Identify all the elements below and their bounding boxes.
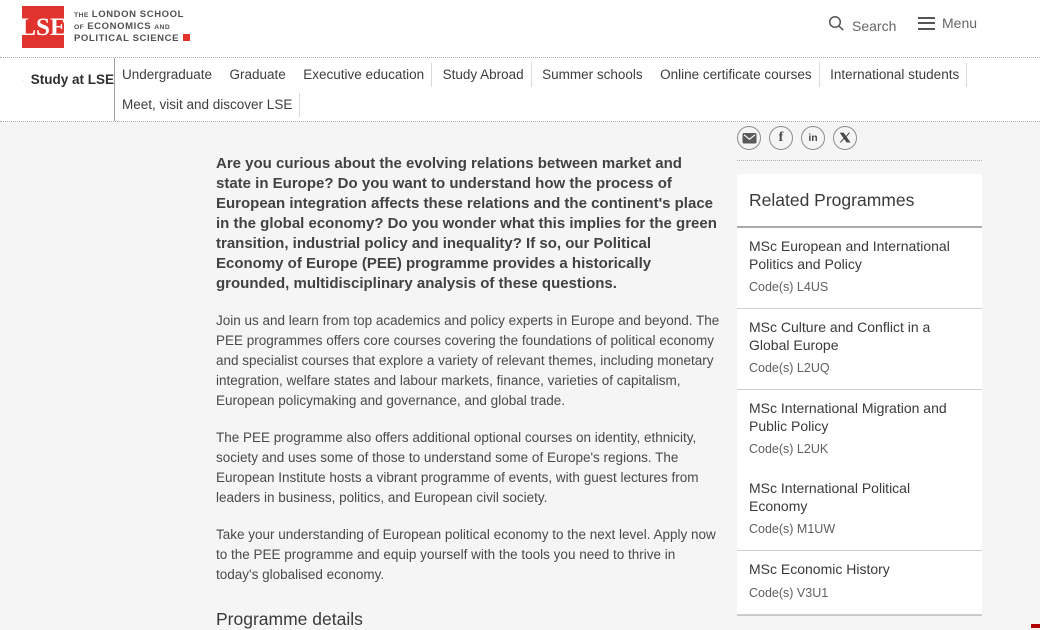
search-icon [828, 15, 845, 37]
article-body: Are you curious about the evolving relat… [216, 122, 721, 630]
nav-item[interactable]: Graduate [230, 63, 286, 87]
programme-title-link[interactable]: MSc International Political Economy [749, 480, 970, 515]
chevron-left-icon [23, 74, 24, 87]
corner-red-artifact [1031, 624, 1040, 628]
programme-details-heading: Programme details [216, 609, 721, 630]
wordmark-london-school: LONDON SCHOOL [92, 9, 184, 21]
nav-row-1: Undergraduate Graduate Executive educati… [122, 63, 1040, 90]
facebook-icon: f [779, 131, 784, 145]
programme-title-link[interactable]: MSc European and International Politics … [749, 238, 970, 273]
nav-back-label: Study at LSE [31, 72, 114, 88]
related-programmes-list: MSc European and International Politics … [737, 228, 982, 615]
programme-title-link[interactable]: MSc International Migration and Public P… [749, 400, 970, 435]
body-paragraph: Join us and learn from top academics and… [216, 311, 721, 411]
related-programme-item[interactable]: MSc Culture and Conflict in a Global Eur… [737, 309, 982, 390]
nav-item[interactable]: Online certificate courses [660, 63, 820, 87]
lse-logo[interactable]: LSE THE LONDON SCHOOL OF ECONOMICS AND P… [22, 6, 190, 48]
facebook-share-button[interactable]: f [769, 126, 793, 150]
search-label: Search [852, 18, 896, 34]
hamburger-icon [918, 17, 935, 30]
linkedin-icon: in [808, 133, 817, 144]
related-programme-item[interactable]: MSc International Political Economy Code… [737, 470, 982, 551]
programme-code: Code(s) V3U1 [749, 586, 970, 600]
nav-item[interactable]: Study Abroad [443, 63, 532, 87]
nav-links: Undergraduate Graduate Executive educati… [115, 58, 1040, 121]
related-programme-item[interactable]: MSc Economic History Code(s) V3U1 [737, 551, 982, 615]
share-bar: f in [737, 122, 982, 161]
nav-back-study-at-lse[interactable]: Study at LSE [0, 58, 115, 121]
menu-label: Menu [942, 15, 977, 31]
related-programme-item[interactable]: MSc European and International Politics … [737, 228, 982, 309]
menu-button[interactable]: Menu [918, 15, 977, 31]
linkedin-share-button[interactable]: in [801, 126, 825, 150]
programme-title-link[interactable]: MSc Culture and Conflict in a Global Eur… [749, 319, 970, 354]
body-paragraph: Take your understanding of European poli… [216, 525, 721, 585]
site-header: LSE THE LONDON SCHOOL OF ECONOMICS AND P… [0, 0, 1040, 58]
nav-item[interactable]: Executive education [303, 63, 432, 87]
sidebar: f in Related Programmes MSc European and… [737, 122, 982, 616]
body-paragraphs: Join us and learn from top academics and… [216, 311, 721, 585]
related-programmes-heading: Related Programmes [737, 174, 982, 228]
lse-logo-mark: LSE [22, 6, 64, 48]
nav-item[interactable]: Meet, visit and discover LSE [122, 93, 300, 117]
search-button[interactable]: Search [828, 15, 896, 37]
intro-paragraph: Are you curious about the evolving relat… [216, 154, 721, 294]
nav-item[interactable]: International students [830, 63, 967, 87]
nav-row-2: Meet, visit and discover LSE [122, 93, 1040, 120]
x-share-button[interactable] [833, 126, 857, 150]
programme-code: Code(s) M1UW [749, 522, 970, 536]
email-icon [742, 132, 757, 145]
related-programmes-panel: Related Programmes MSc European and Inte… [737, 174, 982, 616]
wordmark-economics: ECONOMICS [87, 21, 151, 33]
programme-title-link[interactable]: MSc Economic History [749, 561, 970, 579]
lse-wordmark: THE LONDON SCHOOL OF ECONOMICS AND POLIT… [74, 6, 190, 45]
programme-code: Code(s) L4US [749, 280, 970, 294]
related-programme-item[interactable]: MSc International Migration and Public P… [737, 390, 982, 470]
wordmark-political-science: POLITICAL SCIENCE [74, 33, 179, 45]
body-paragraph: The PEE programme also offers additional… [216, 428, 721, 508]
programme-code: Code(s) L2UQ [749, 361, 970, 375]
section-nav: Study at LSE Undergraduate Graduate Exec… [0, 58, 1040, 122]
nav-item[interactable]: Undergraduate [122, 63, 212, 87]
nav-item[interactable]: Summer schools [542, 63, 643, 87]
x-icon [839, 132, 851, 144]
programme-code: Code(s) L2UK [749, 442, 970, 456]
email-share-button[interactable] [737, 126, 761, 150]
red-square-icon [183, 34, 190, 41]
